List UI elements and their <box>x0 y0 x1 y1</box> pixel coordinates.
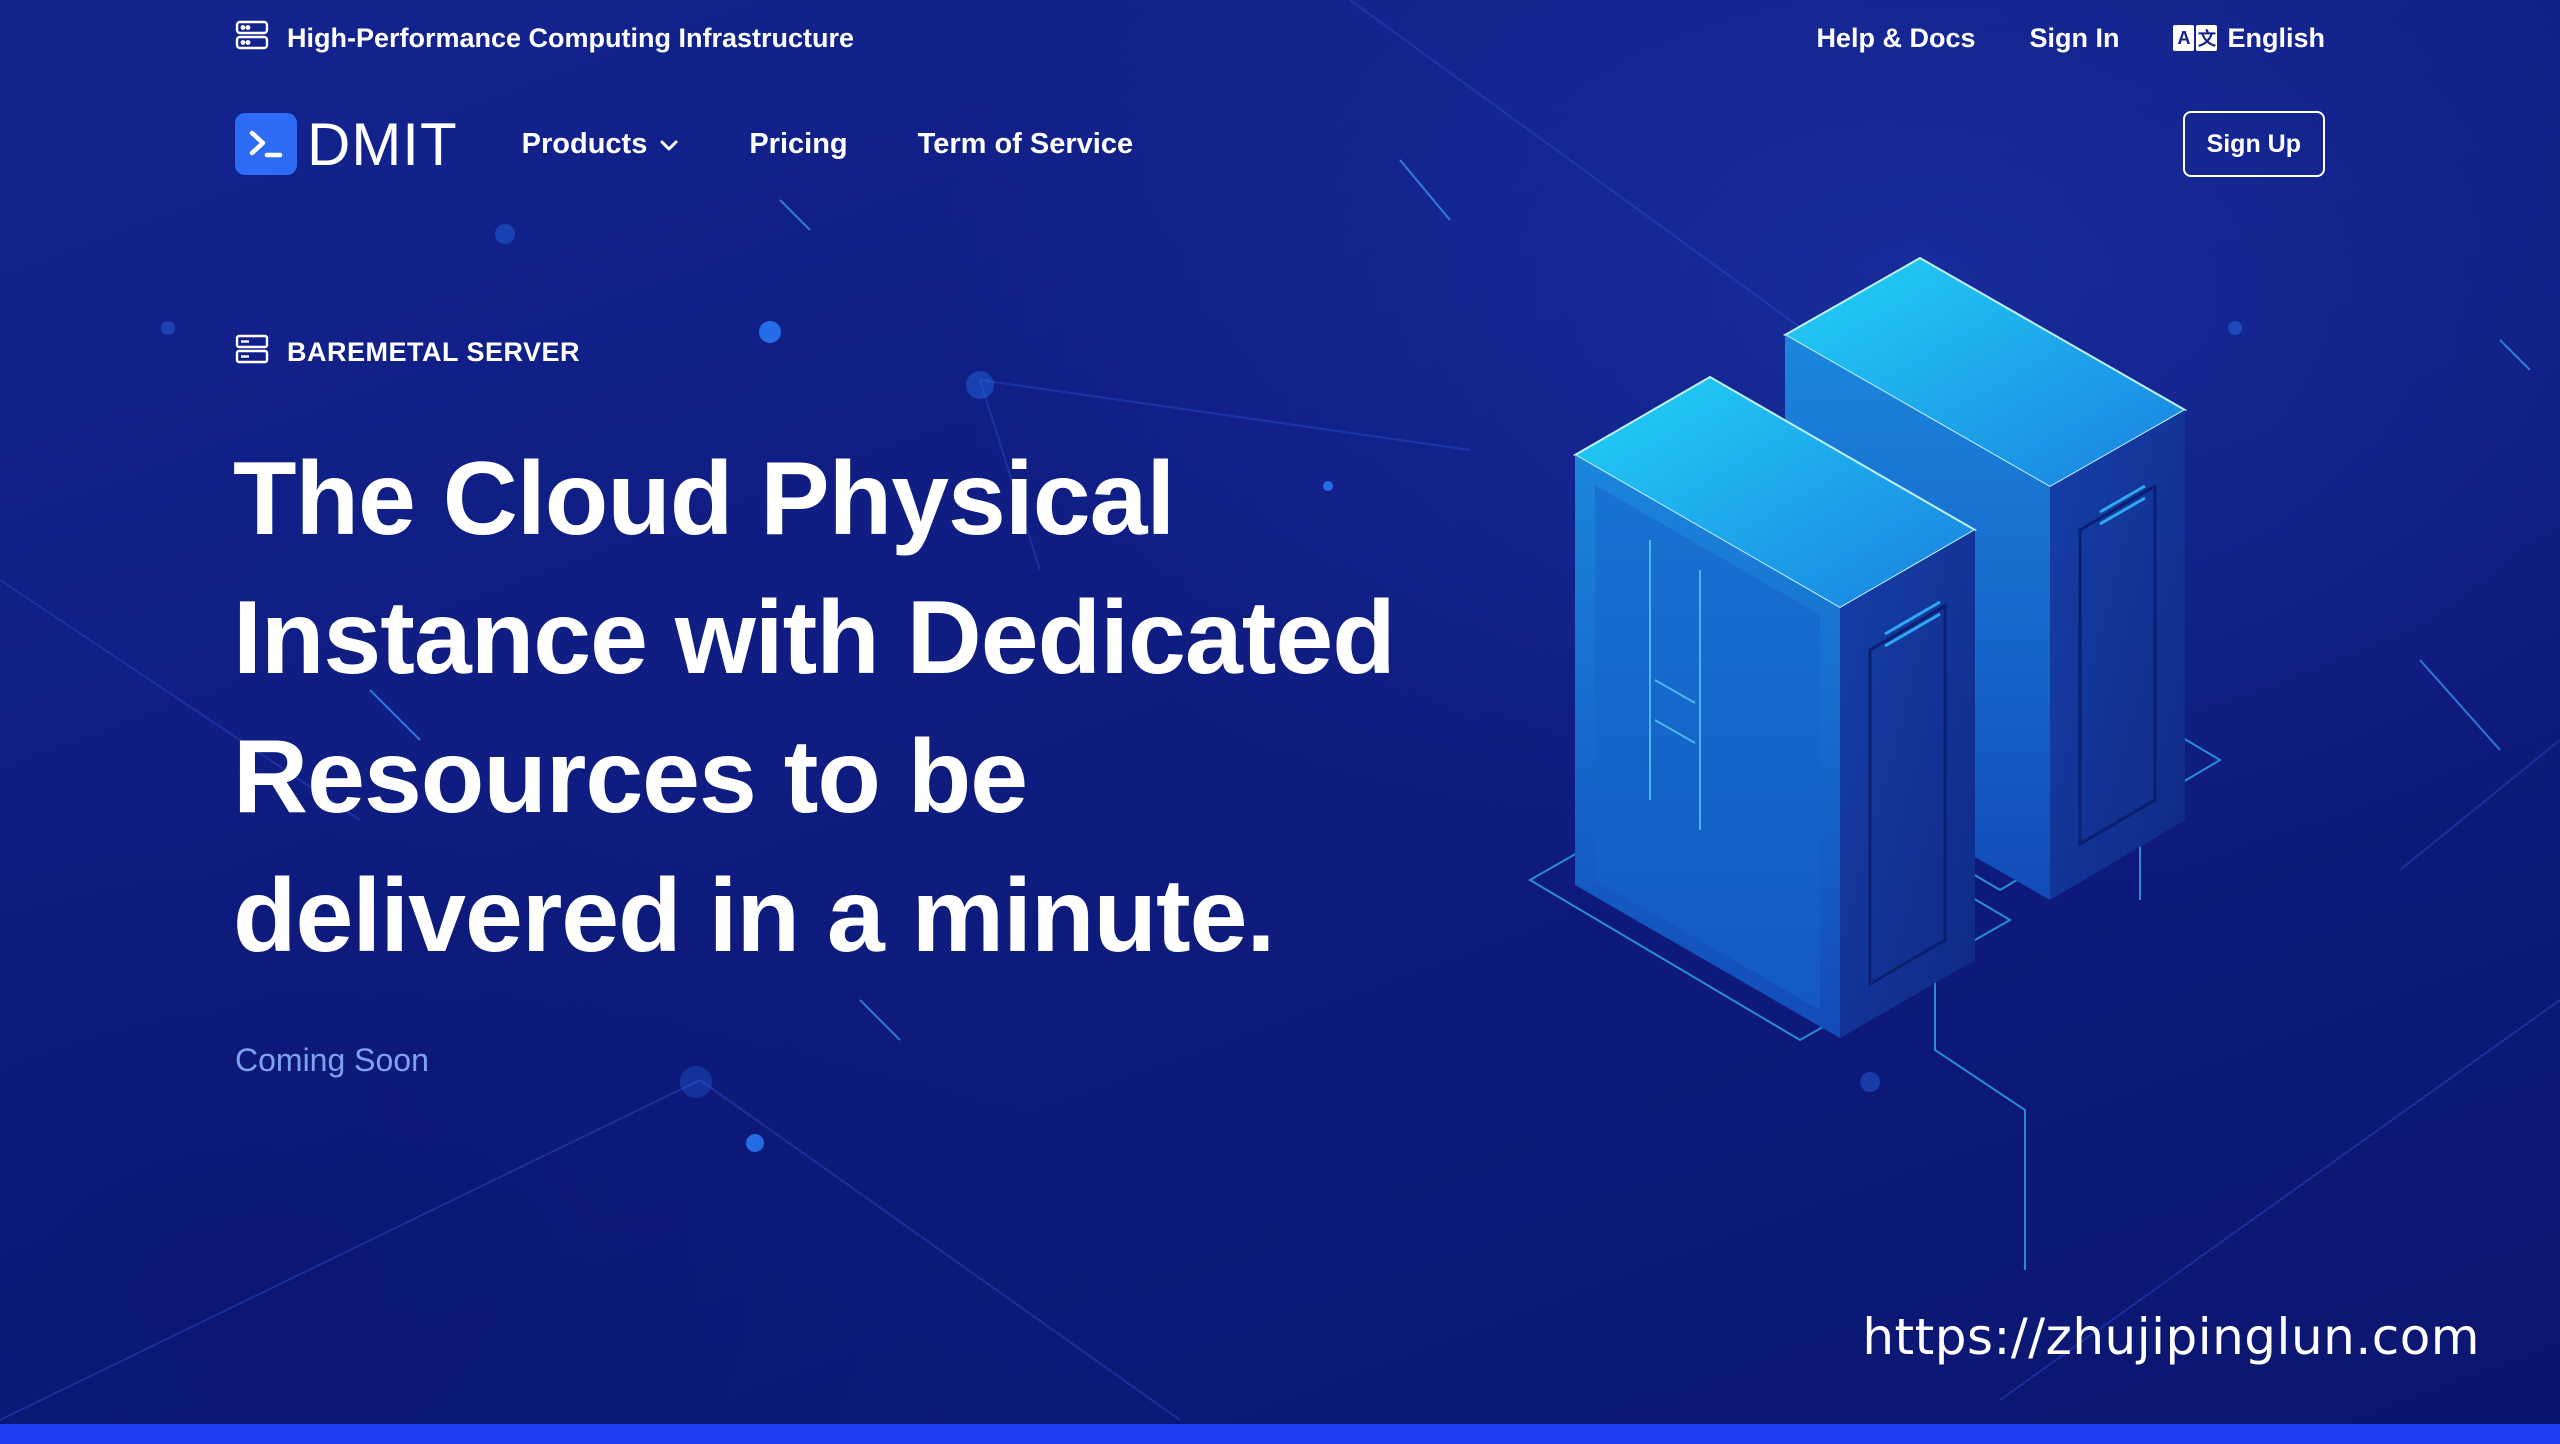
sign-up-button[interactable]: Sign Up <box>2182 111 2325 177</box>
server-rack-icon <box>235 20 269 57</box>
logo[interactable]: DMIT <box>235 110 458 179</box>
utility-bar: High-Performance Computing Infrastructur… <box>235 18 2325 58</box>
nav-pricing-label: Pricing <box>749 127 848 160</box>
nav-term-of-service[interactable]: Term of Service <box>918 128 1133 161</box>
headline-line: Resources to be <box>233 719 1028 835</box>
terminal-prompt-icon <box>235 113 297 175</box>
watermark-url: https://zhujipinglun.com <box>1862 1308 2480 1366</box>
hero-eyebrow: BAREMETAL SERVER <box>235 334 580 371</box>
hero-eyebrow-label: BAREMETAL SERVER <box>287 337 581 367</box>
translate-icon-glyph-a: A <box>2173 25 2195 51</box>
headline-line: Instance with Dedicated <box>233 580 1396 696</box>
nav-pricing[interactable]: Pricing <box>749 128 847 161</box>
bottom-accent-bar <box>0 1424 2560 1444</box>
headline-line: The Cloud Physical <box>233 441 1175 557</box>
main-nav: DMIT Products Pricing Term of Service Si… <box>235 110 2325 178</box>
hero-headline: The Cloud Physical Instance with Dedicat… <box>233 430 1513 986</box>
nav-products[interactable]: Products <box>522 128 680 161</box>
server-racks-illustration <box>1528 256 2222 1270</box>
tagline-text: High-Performance Computing Infrastructur… <box>287 22 855 53</box>
tagline: High-Performance Computing Infrastructur… <box>235 20 854 57</box>
headline-line: delivered in a minute. <box>233 858 1275 974</box>
help-docs-link[interactable]: Help & Docs <box>1816 23 1975 54</box>
nav-products-label: Products <box>521 127 648 160</box>
translate-icon: A 文 <box>2173 25 2218 51</box>
translate-icon-glyph-zh: 文 <box>2196 25 2218 51</box>
sign-in-link[interactable]: Sign In <box>2029 23 2119 54</box>
language-label: English <box>2227 22 2325 53</box>
coming-soon-status: Coming Soon <box>235 1042 429 1078</box>
nav-term-of-service-label: Term of Service <box>917 127 1134 160</box>
language-selector[interactable]: A 文 English <box>2173 23 2325 54</box>
logo-text: DMIT <box>307 110 458 178</box>
server-rack-icon <box>235 334 269 371</box>
chevron-down-icon <box>659 128 679 161</box>
